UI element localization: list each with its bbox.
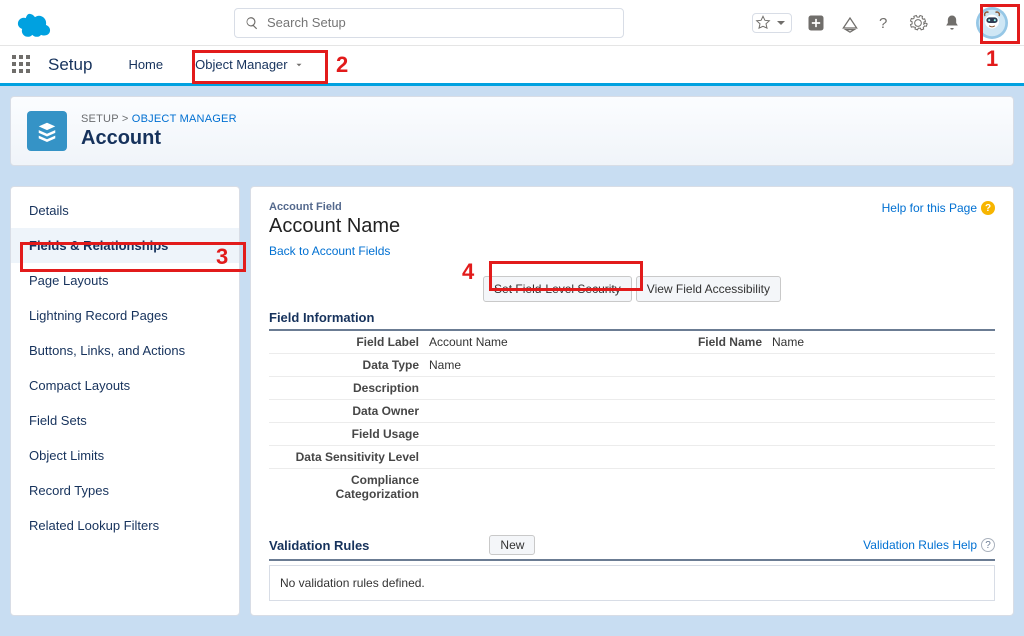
sidebar-item-details[interactable]: Details [11, 193, 239, 228]
annotation-number-3: 3 [216, 244, 228, 270]
compliance-label: Compliance Categorization [269, 469, 429, 505]
object-title: Account [81, 127, 237, 150]
page-header-band: SETUP > OBJECT MANAGER Account [0, 86, 1024, 176]
back-to-fields-link[interactable]: Back to Account Fields [269, 244, 390, 258]
help-icon: ? [981, 201, 995, 215]
sidebar-item-page-layouts[interactable]: Page Layouts [11, 263, 239, 298]
sidebar-item-field-sets[interactable]: Field Sets [11, 403, 239, 438]
context-bar: Setup Home Object Manager [0, 46, 1024, 86]
validation-rules-help-link[interactable]: Validation Rules Help ? [863, 538, 995, 552]
favorite-dropdown[interactable] [752, 13, 792, 33]
validation-rules-header: Validation Rules [269, 538, 369, 553]
sidebar-item-object-limits[interactable]: Object Limits [11, 438, 239, 473]
sidebar: Details Fields & Relationships Page Layo… [10, 186, 240, 616]
stack-icon [36, 120, 58, 142]
nav-home[interactable]: Home [114, 47, 177, 82]
data-owner-label: Data Owner [269, 400, 429, 423]
annotation-number-4: 4 [462, 259, 474, 285]
nav-object-manager-label: Object Manager [195, 57, 288, 72]
main-content: Help for this Page ? Account Field Accou… [250, 186, 1014, 616]
description-label: Description [269, 377, 429, 400]
search-box[interactable] [234, 8, 624, 38]
svg-text:?: ? [879, 15, 887, 32]
field-name-label: Field Name [652, 331, 772, 354]
sidebar-item-record-types[interactable]: Record Types [11, 473, 239, 508]
star-icon [755, 15, 771, 31]
sensitivity-value [429, 446, 995, 469]
breadcrumb-object-manager-link[interactable]: OBJECT MANAGER [132, 113, 237, 125]
new-validation-rule-button[interactable]: New [489, 535, 535, 555]
help-for-page-link[interactable]: Help for this Page ? [882, 201, 995, 215]
data-owner-value [429, 400, 995, 423]
field-usage-label: Field Usage [269, 423, 429, 446]
field-info-grid: Field Label Account Name Field Name Name… [269, 331, 995, 505]
chevron-down-icon [294, 60, 304, 70]
sidebar-item-related-lookup-filters[interactable]: Related Lookup Filters [11, 508, 239, 543]
sidebar-item-compact-layouts[interactable]: Compact Layouts [11, 368, 239, 403]
user-avatar[interactable] [976, 7, 1008, 39]
app-launcher-icon[interactable] [12, 55, 32, 75]
body: Details Fields & Relationships Page Layo… [0, 176, 1024, 636]
sidebar-item-lightning-record-pages[interactable]: Lightning Record Pages [11, 298, 239, 333]
field-label-value: Account Name [429, 331, 652, 354]
breadcrumb: SETUP > OBJECT MANAGER [81, 113, 237, 125]
view-field-accessibility-button[interactable]: View Field Accessibility [636, 276, 781, 302]
field-name-value: Name [772, 331, 995, 354]
astro-avatar-icon [978, 9, 1006, 37]
annotation-number-2: 2 [336, 52, 348, 78]
compliance-value [429, 469, 995, 505]
bell-icon[interactable] [942, 13, 962, 33]
salesforce-org-icon[interactable] [840, 13, 860, 33]
field-information-header: Field Information [269, 310, 995, 331]
field-title: Account Name [269, 215, 995, 238]
search-input[interactable] [267, 15, 613, 30]
field-action-buttons: Set Field-Level Security View Field Acce… [269, 276, 995, 302]
gear-icon[interactable] [908, 13, 928, 33]
search-icon [245, 16, 259, 30]
app-name: Setup [48, 55, 92, 75]
header-utility-icons: ? [752, 7, 1008, 39]
field-usage-value [429, 423, 995, 446]
salesforce-logo-icon [12, 9, 54, 37]
sensitivity-label: Data Sensitivity Level [269, 446, 429, 469]
object-icon [27, 111, 67, 151]
data-type-value: Name [429, 354, 995, 377]
field-label-label: Field Label [269, 331, 429, 354]
plus-icon[interactable] [806, 13, 826, 33]
sidebar-item-buttons-links-actions[interactable]: Buttons, Links, and Actions [11, 333, 239, 368]
global-header: ? [0, 0, 1024, 46]
annotation-number-1: 1 [986, 46, 998, 72]
page-header-card: SETUP > OBJECT MANAGER Account [10, 96, 1014, 166]
help-icon: ? [981, 538, 995, 552]
validation-section: Validation Rules New Validation Rules He… [269, 535, 995, 601]
help-icon[interactable]: ? [874, 13, 894, 33]
nav-object-manager[interactable]: Object Manager [181, 49, 318, 80]
sidebar-item-fields-relationships[interactable]: Fields & Relationships [11, 228, 239, 263]
chevron-down-icon [773, 15, 789, 31]
data-type-label: Data Type [269, 354, 429, 377]
validation-empty-message: No validation rules defined. [269, 565, 995, 601]
description-value [429, 377, 995, 400]
set-field-level-security-button[interactable]: Set Field-Level Security [483, 276, 632, 302]
